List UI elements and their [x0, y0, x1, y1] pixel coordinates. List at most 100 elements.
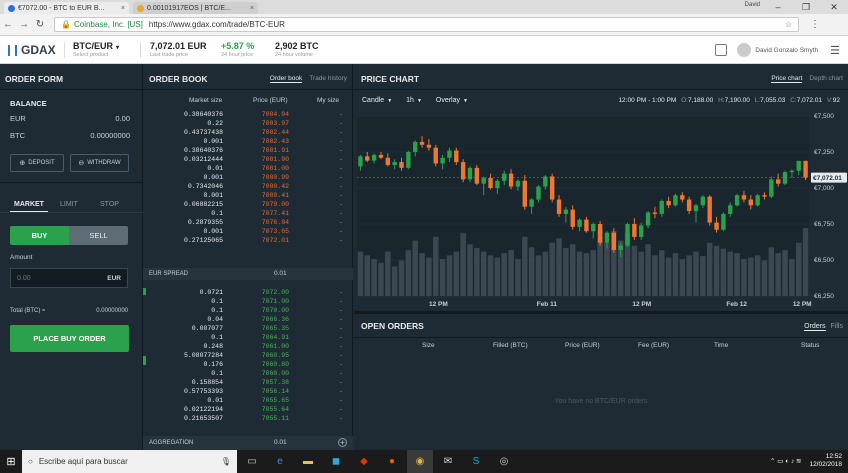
tray-icons[interactable]: ⌃ ▭ ◐ ♪ ≋	[770, 457, 801, 465]
bid-row[interactable]: 0.1 7060.00 -	[143, 369, 353, 378]
tab-fills[interactable]: Fills	[831, 323, 843, 331]
bid-row[interactable]: 0.1 7070.00 -	[143, 306, 353, 315]
buy-toggle-button[interactable]: BUY	[10, 226, 69, 245]
ask-row[interactable]: 0.001 7080.99 -	[143, 173, 353, 182]
tab-limit[interactable]: LIMIT	[60, 201, 78, 208]
clock[interactable]: 12:52 12/02/2018	[809, 453, 842, 469]
bid-row[interactable]: 0.57753393 7056.14 -	[143, 387, 353, 396]
tab-trade-history[interactable]: Trade history	[309, 75, 347, 83]
bid-row[interactable]: 0.02122194 7055.64 -	[143, 405, 353, 414]
back-icon[interactable]: ←	[0, 19, 16, 30]
x-tick-label: 12 PM	[793, 301, 812, 308]
firefox-icon[interactable]: ●	[379, 450, 405, 473]
ask-row[interactable]: 0.2879355 7076.84 -	[143, 218, 353, 227]
mail-icon[interactable]: ✉	[435, 450, 461, 473]
amount-field-box: EUR	[10, 268, 128, 288]
gdax-logo[interactable]: GDAX	[8, 43, 56, 57]
tab-depth-chart[interactable]: Depth chart	[809, 75, 843, 83]
order-price: 7055.64	[261, 406, 289, 413]
interval-dropdown[interactable]: 1h ▼	[406, 97, 422, 104]
ask-row[interactable]: 0.43737438 7082.44 -	[143, 128, 353, 137]
bid-row[interactable]: 0.007077 7065.35 -	[143, 324, 353, 333]
ask-row[interactable]: 0.06882215 7079.00 -	[143, 200, 353, 209]
browser-profile-chip[interactable]: David	[745, 2, 760, 8]
edge-icon[interactable]: e	[267, 450, 293, 473]
bid-row[interactable]: 0.0721 7072.00 -	[143, 288, 353, 297]
candle-type-dropdown[interactable]: Candle ▼	[362, 97, 392, 104]
tab-order-book[interactable]: Order book	[269, 75, 303, 83]
tab-market[interactable]: MARKET	[14, 201, 44, 208]
ask-row[interactable]: 0.001 7073.65 -	[143, 227, 353, 236]
plus-icon[interactable]: +	[338, 438, 347, 447]
price-chart-panel: PRICE CHART Price chart Depth chart Cand…	[354, 64, 848, 309]
tab-stop[interactable]: STOP	[100, 201, 119, 208]
bid-row[interactable]: 0.1 7071.00 -	[143, 297, 353, 306]
address-bar[interactable]: 🔒 Coinbase, Inc. [US] https://www.gdax.c…	[54, 17, 799, 32]
reload-icon[interactable]: ↻	[32, 19, 48, 30]
tab-orders[interactable]: Orders	[804, 323, 826, 331]
browser-tab-eos[interactable]: 0.00101917EOS | BTC/E... ×	[133, 2, 258, 14]
candle-body	[488, 177, 493, 188]
chat-icon[interactable]	[715, 44, 728, 56]
candlestick-chart[interactable]: €7,500 €7,250 €7,000 €6,750 €6,500 €6,250 €7,0…	[354, 110, 848, 309]
volume-bar	[549, 242, 555, 296]
deposit-button[interactable]: ⊕ DEPOSIT	[10, 154, 64, 172]
ask-row[interactable]: 0.38640376 7081.91 -	[143, 146, 353, 155]
bid-row[interactable]: 0.158854 7057.38 -	[143, 378, 353, 387]
ask-row[interactable]: 0.22 7083.97 -	[143, 119, 353, 128]
place-buy-order-button[interactable]: PLACE BUY ORDER	[10, 325, 129, 352]
withdraw-button[interactable]: ⊖ WITHDRAW	[70, 154, 129, 172]
tab-price-chart[interactable]: Price chart	[771, 75, 803, 83]
close-tab-icon[interactable]: ×	[250, 5, 254, 12]
forward-icon[interactable]: →	[16, 19, 32, 30]
task-view-icon[interactable]: ▭	[239, 450, 265, 473]
bid-row[interactable]: 0.176 7060.80 -	[143, 360, 353, 369]
bid-row[interactable]: 0.21653507 7055.11 -	[143, 414, 353, 423]
chrome-icon[interactable]: ◉	[407, 450, 433, 473]
product-selector[interactable]: BTC/EUR ▾ Select product	[73, 41, 119, 58]
store-icon[interactable]: ◼	[323, 450, 349, 473]
skype-icon[interactable]: S	[463, 450, 489, 473]
bid-row[interactable]: 0.248 7061.00 -	[143, 342, 353, 351]
ask-row[interactable]: 0.03212444 7081.90 -	[143, 155, 353, 164]
close-window-icon[interactable]: ✕	[820, 0, 848, 14]
taskbar-search[interactable]: ○ Escribe aquí para buscar 🎙	[22, 450, 237, 473]
my-size: -	[339, 156, 343, 163]
windows-start-icon[interactable]: ⊞	[0, 450, 22, 473]
steam-icon[interactable]: ◎	[491, 450, 517, 473]
deposit-label: DEPOSIT	[28, 160, 55, 166]
restore-icon[interactable]: ❐	[792, 0, 820, 14]
x-tick-label: Feb 11	[537, 301, 558, 308]
bookmark-star-icon[interactable]: ☆	[785, 20, 792, 29]
candle-body	[721, 213, 726, 230]
bid-row[interactable]: 0.04 7066.36 -	[143, 315, 353, 324]
browser-menu-icon[interactable]: ⋮	[807, 19, 823, 30]
office-icon[interactable]: ◆	[351, 450, 377, 473]
bid-row[interactable]: 0.01 7055.65 -	[143, 396, 353, 405]
ask-row[interactable]: 0.001 7082.43 -	[143, 137, 353, 146]
ask-row[interactable]: 0.01 7081.00 -	[143, 164, 353, 173]
minimize-icon[interactable]: –	[764, 0, 792, 14]
amount-input[interactable]	[17, 274, 97, 282]
overlay-dropdown[interactable]: Overlay ▼	[436, 97, 468, 104]
user-name[interactable]: David Gonzalo Smyth	[755, 47, 818, 54]
hamburger-menu-icon[interactable]: ☰	[830, 44, 840, 57]
file-explorer-icon[interactable]: ▬	[295, 450, 321, 473]
volume-bar	[795, 242, 802, 296]
ask-row[interactable]: 0.1 7077.41 -	[143, 209, 353, 218]
ohlc-range: 12:00 PM - 1:00 PM	[618, 97, 677, 104]
ask-row[interactable]: 0.7342046 7080.42 -	[143, 182, 353, 191]
microphone-icon[interactable]: 🎙	[221, 457, 231, 466]
avatar[interactable]	[737, 43, 752, 57]
sell-toggle-button[interactable]: SELL	[69, 226, 128, 245]
ask-row[interactable]: 0.38640376 7084.04 -	[143, 110, 353, 119]
bid-row[interactable]: 5.08077284 7060.95 -	[143, 351, 353, 360]
ask-row[interactable]: 0.27125065 7072.01 -	[143, 236, 353, 245]
candle-body	[597, 224, 603, 243]
ask-row[interactable]: 0.001 7080.41 -	[143, 191, 353, 200]
bid-row[interactable]: 0.1 7064.91 -	[143, 333, 353, 342]
close-tab-icon[interactable]: ×	[121, 5, 125, 12]
browser-tab-gdax[interactable]: €7072.00 - BTC to EUR B... ×	[4, 2, 129, 14]
volume-bar	[761, 260, 768, 296]
candle-body	[495, 180, 500, 188]
